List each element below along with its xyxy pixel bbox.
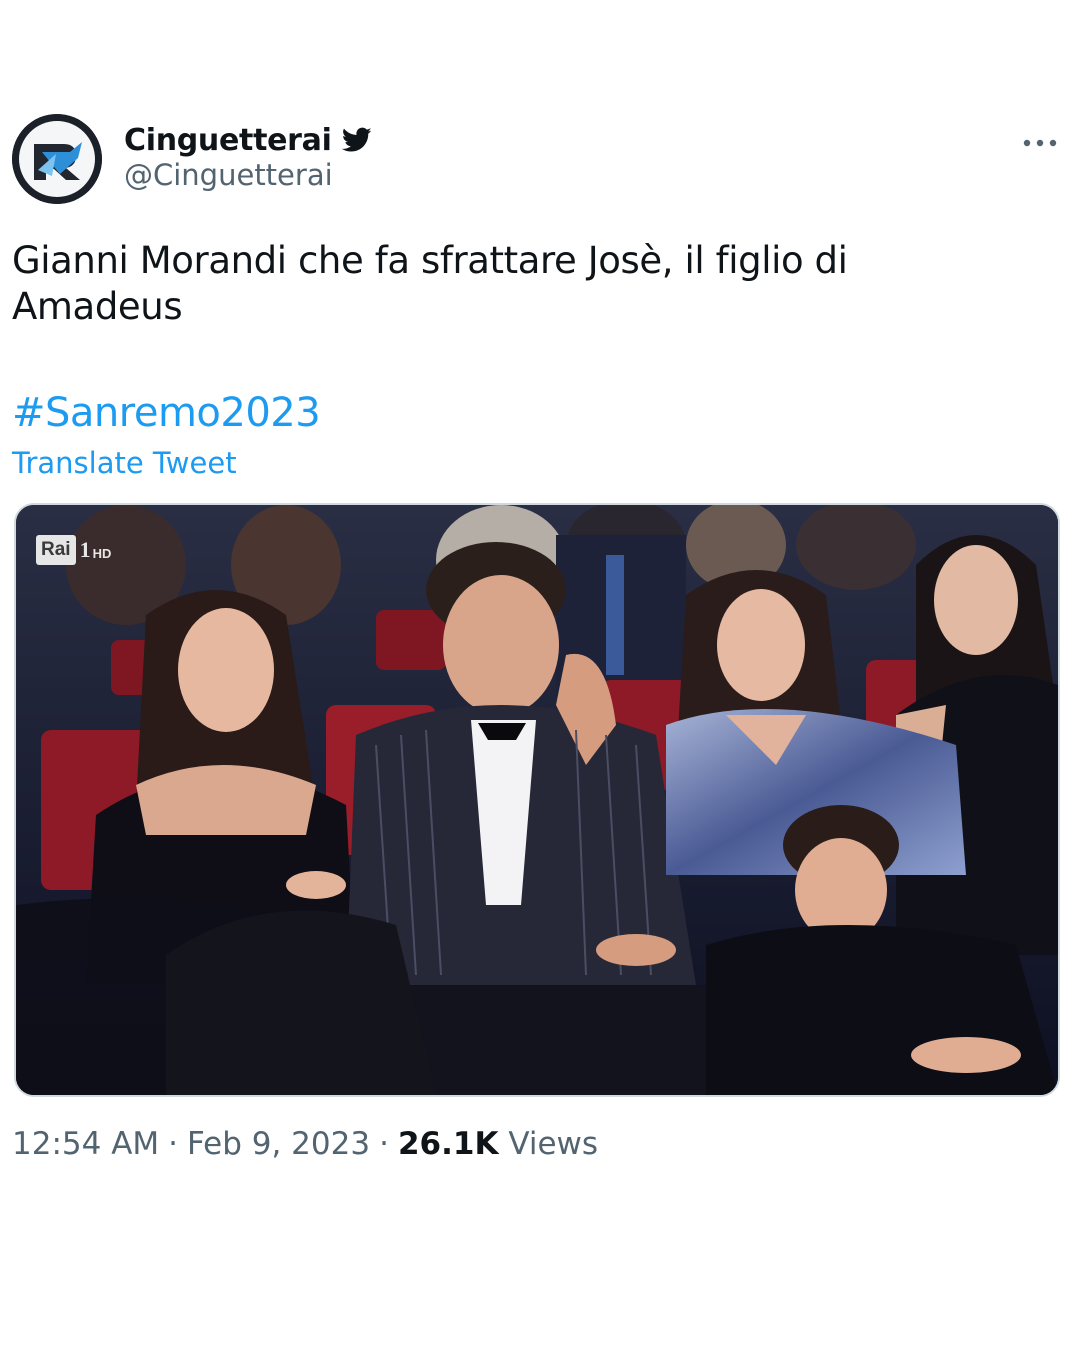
tweet-media[interactable]: Rai 1 HD	[14, 503, 1060, 1097]
twitter-bird-icon	[341, 127, 372, 153]
hashtag-link[interactable]: #Sanremo2023	[12, 390, 321, 436]
tweet-meta: 12:54 AM · Feb 9, 2023 · 26.1K Views	[12, 1126, 598, 1162]
author-name-row: Cinguetterai	[124, 120, 372, 160]
views-group: 26.1K Views	[398, 1126, 598, 1162]
tweet-card: Cinguetterai @Cinguetterai Gianni Morand…	[0, 0, 1080, 1350]
meta-separator: ·	[379, 1126, 389, 1162]
channel-number: 1	[79, 537, 91, 562]
tweet-time-link[interactable]: 12:54 AM	[12, 1126, 159, 1162]
views-label: Views	[508, 1126, 599, 1162]
more-options-button[interactable]	[1018, 128, 1062, 158]
translate-tweet-link[interactable]: Translate Tweet	[12, 446, 237, 480]
tweet-text-line: Amadeus	[12, 285, 183, 328]
author-avatar[interactable]	[12, 114, 102, 204]
tweet-date-link[interactable]: Feb 9, 2023	[187, 1126, 370, 1162]
channel-quality: HD	[92, 545, 112, 561]
broadcaster-logo: Rai 1 HD	[36, 531, 111, 569]
views-count: 26.1K	[397, 1126, 499, 1162]
meta-separator: ·	[168, 1126, 179, 1162]
cinguetterai-logo-icon	[12, 114, 102, 204]
tweet-text-line: Gianni Morandi che fa sfrattare Josè, il…	[12, 239, 848, 282]
author-handle[interactable]: @Cinguetterai	[124, 158, 333, 192]
more-dots-icon	[1023, 139, 1057, 147]
audience-photo	[16, 505, 1058, 1095]
tweet-text: Gianni Morandi che fa sfrattare Josè, il…	[12, 238, 1052, 330]
author-display-name[interactable]: Cinguetterai	[124, 123, 332, 158]
rai-logo-text: Rai	[36, 535, 76, 565]
